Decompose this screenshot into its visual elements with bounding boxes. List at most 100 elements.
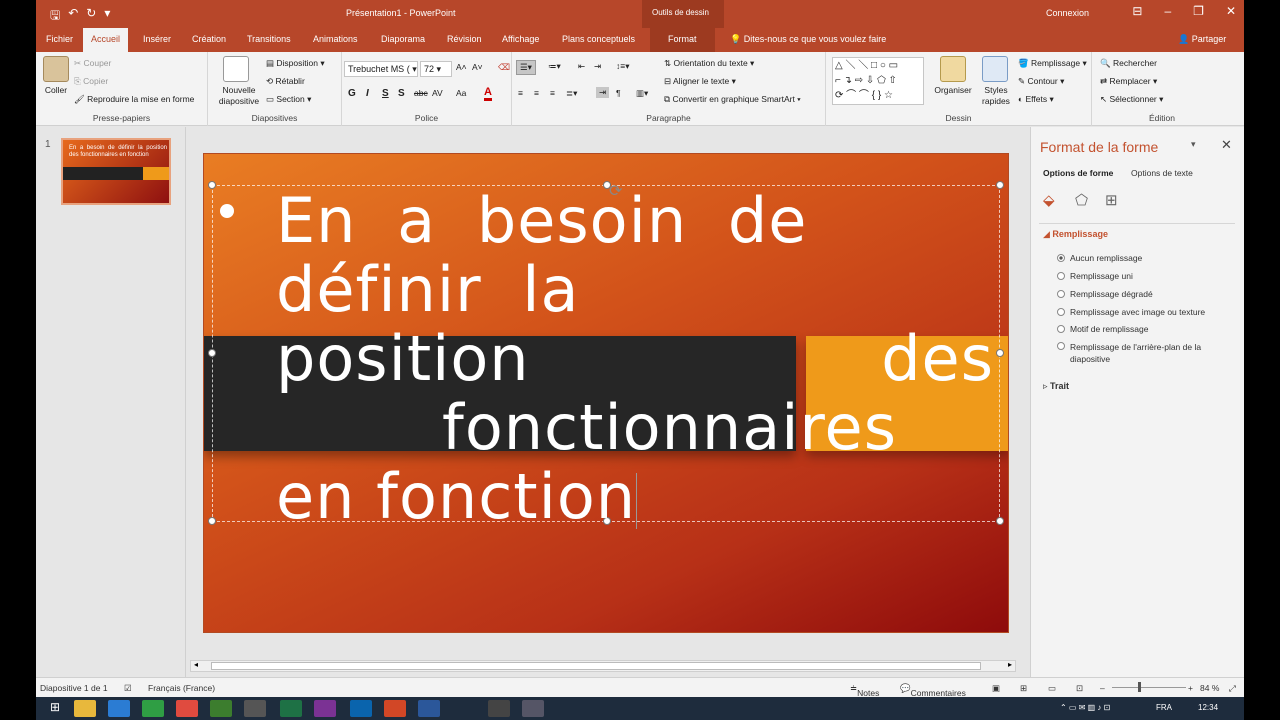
powerpoint-icon[interactable] xyxy=(384,700,406,717)
underline-button[interactable]: S xyxy=(382,88,389,99)
justify-button[interactable]: ≣▾ xyxy=(566,88,577,99)
tab-format[interactable]: Format xyxy=(650,28,715,52)
decrease-indent-button[interactable]: ⇤ xyxy=(578,61,585,72)
zoom-in-icon[interactable]: + xyxy=(1188,683,1193,693)
slide-thumbnail[interactable]: En a besoin de définir la position des f… xyxy=(61,138,171,205)
slide-sorter-icon[interactable]: ⊞ xyxy=(1020,683,1027,694)
font-color-button[interactable]: A xyxy=(484,86,492,101)
app-icon[interactable] xyxy=(488,700,510,717)
minimize-icon[interactable]: – xyxy=(1164,4,1171,18)
word-icon[interactable] xyxy=(418,700,440,717)
reading-view-icon[interactable]: ▭ xyxy=(1048,683,1056,694)
resize-handle-bl[interactable] xyxy=(208,517,216,525)
font-name-combo[interactable]: Trebuchet MS ( ▾ xyxy=(344,61,418,77)
language-indicator[interactable]: Français (France) xyxy=(148,683,215,693)
app-20-icon[interactable] xyxy=(244,700,266,717)
shape-fill-button[interactable]: 🪣 Remplissage ▾ xyxy=(1018,58,1087,69)
bold-button[interactable]: G xyxy=(348,88,356,99)
scroll-left-icon[interactable]: ◂ xyxy=(194,660,198,669)
app-icon[interactable] xyxy=(210,700,232,717)
quick-styles-button[interactable]: Styles rapides xyxy=(976,56,1014,107)
select-button[interactable]: ↖ Sélectionner ▾ xyxy=(1100,94,1163,105)
paste-button[interactable]: Coller xyxy=(40,56,72,95)
rtl-button[interactable]: ¶ xyxy=(616,88,621,98)
radio-gradient-fill[interactable]: Remplissage dégradé xyxy=(1057,289,1153,299)
radio-no-fill[interactable]: Aucun remplissage xyxy=(1057,253,1142,263)
scrollbar-thumb[interactable] xyxy=(211,662,981,670)
replace-button[interactable]: ⇄ Remplacer ▾ xyxy=(1100,76,1157,87)
slide-body-text[interactable]: En a besoin de définir la position des f… xyxy=(276,186,994,531)
arrange-button[interactable]: Organiser xyxy=(930,56,976,95)
fit-slide-icon[interactable]: ⤢ xyxy=(1229,683,1236,694)
redo-icon[interactable]: ↻ xyxy=(86,6,96,27)
new-slide-button[interactable]: Nouvelle diapositive xyxy=(214,56,259,107)
store-icon[interactable] xyxy=(142,700,164,717)
clock[interactable]: 12:34 xyxy=(1198,703,1218,712)
reset-button[interactable]: ⟲ Rétablir xyxy=(266,76,305,87)
size-properties-icon[interactable]: ⊞ xyxy=(1105,191,1118,209)
resize-handle-r[interactable] xyxy=(996,349,1004,357)
ribbon-display-icon[interactable]: ⊟ xyxy=(1132,4,1142,18)
slideshow-icon[interactable]: ⊡ xyxy=(1076,683,1083,694)
shape-effects-button[interactable]: ◐ Effets ▾ xyxy=(1018,94,1054,105)
shape-outline-button[interactable]: ✎ Contour ▾ xyxy=(1018,76,1064,87)
align-center-button[interactable]: ≡ xyxy=(534,88,539,98)
tray-icons[interactable]: ⌃ ▭ ✉ ▥ ♪ ⊡ xyxy=(1060,703,1110,712)
file-explorer-icon[interactable] xyxy=(74,700,96,717)
tab-design[interactable]: Création xyxy=(192,34,226,44)
tab-slideshow[interactable]: Diaporama xyxy=(381,34,425,44)
line-section-header[interactable]: ▹ Trait xyxy=(1043,381,1069,392)
bullets-button[interactable]: ☰▾ xyxy=(516,60,536,75)
change-case-button[interactable]: Aa xyxy=(456,88,466,98)
spellcheck-icon[interactable]: ☑ xyxy=(124,683,132,694)
text-direction-button[interactable]: ⇅ Orientation du texte ▾ xyxy=(664,58,754,69)
tab-view[interactable]: Affichage xyxy=(502,34,539,44)
fill-line-icon[interactable]: ⬙ xyxy=(1043,191,1055,209)
tab-text-options[interactable]: Options de texte xyxy=(1131,168,1193,178)
normal-view-icon[interactable]: ▣ xyxy=(992,683,1000,694)
zoom-slider[interactable] xyxy=(1112,687,1186,688)
align-text-button[interactable]: ⊟ Aligner le texte ▾ xyxy=(664,76,736,87)
close-icon[interactable]: ✕ xyxy=(1226,4,1236,18)
windows-start-icon[interactable]: ⊞ xyxy=(44,700,66,717)
resize-handle-l[interactable] xyxy=(208,349,216,357)
tab-shape-options[interactable]: Options de forme xyxy=(1043,168,1113,178)
onenote-icon[interactable] xyxy=(314,700,336,717)
horizontal-scrollbar[interactable]: ◂ ▸ xyxy=(190,660,1016,672)
align-right-button[interactable]: ≡ xyxy=(550,88,555,98)
resize-handle-br[interactable] xyxy=(996,517,1004,525)
cut-button[interactable]: ✂ Couper xyxy=(74,58,111,69)
tab-concept-plans[interactable]: Plans conceptuels xyxy=(562,34,635,44)
undo-icon[interactable]: ↶ xyxy=(68,6,78,27)
zoom-level[interactable]: 84 % xyxy=(1200,683,1219,693)
char-spacing-button[interactable]: AV xyxy=(432,88,443,98)
effects-pentagon-icon[interactable]: ⬠ xyxy=(1075,191,1088,209)
find-button[interactable]: 🔍 Rechercher xyxy=(1100,58,1157,69)
tab-transitions[interactable]: Transitions xyxy=(247,34,291,44)
tab-file[interactable]: Fichier xyxy=(46,34,73,44)
zoom-slider-thumb[interactable] xyxy=(1138,682,1141,692)
shrink-font-button[interactable]: A˅ xyxy=(472,62,483,72)
radio-background-fill[interactable]: Remplissage de l'arrière-plan de la diap… xyxy=(1057,341,1227,365)
tab-home[interactable]: Accueil xyxy=(83,28,129,52)
scroll-right-icon[interactable]: ▸ xyxy=(1008,660,1012,669)
input-language[interactable]: FRA xyxy=(1156,703,1172,712)
clear-format-icon[interactable]: ⌫ xyxy=(498,62,510,73)
tell-me-box[interactable]: 💡 Dites-nous ce que vous voulez faire xyxy=(730,34,886,45)
tab-review[interactable]: Révision xyxy=(447,34,482,44)
excel-icon[interactable] xyxy=(280,700,302,717)
font-size-combo[interactable]: 72 ▾ xyxy=(420,61,452,77)
restore-icon[interactable]: ❐ xyxy=(1193,4,1204,18)
numbering-button[interactable]: ≔▾ xyxy=(548,61,561,72)
outlook-icon[interactable] xyxy=(350,700,372,717)
radio-pattern-fill[interactable]: Motif de remplissage xyxy=(1057,324,1148,334)
smartart-button[interactable]: ⧉ Convertir en graphique SmartArt ▾ xyxy=(664,94,801,105)
columns-button[interactable]: ▥▾ xyxy=(636,88,648,99)
comments-button[interactable]: 💬 Commentaires xyxy=(900,683,966,698)
section-button[interactable]: ▭ Section ▾ xyxy=(266,94,311,105)
tab-animations[interactable]: Animations xyxy=(313,34,358,44)
customize-qat-icon[interactable]: ▾ xyxy=(104,6,110,27)
pane-close-icon[interactable]: ✕ xyxy=(1221,137,1232,153)
edge-icon[interactable] xyxy=(108,700,130,717)
fill-section-header[interactable]: ◢ Remplissage xyxy=(1043,229,1108,240)
